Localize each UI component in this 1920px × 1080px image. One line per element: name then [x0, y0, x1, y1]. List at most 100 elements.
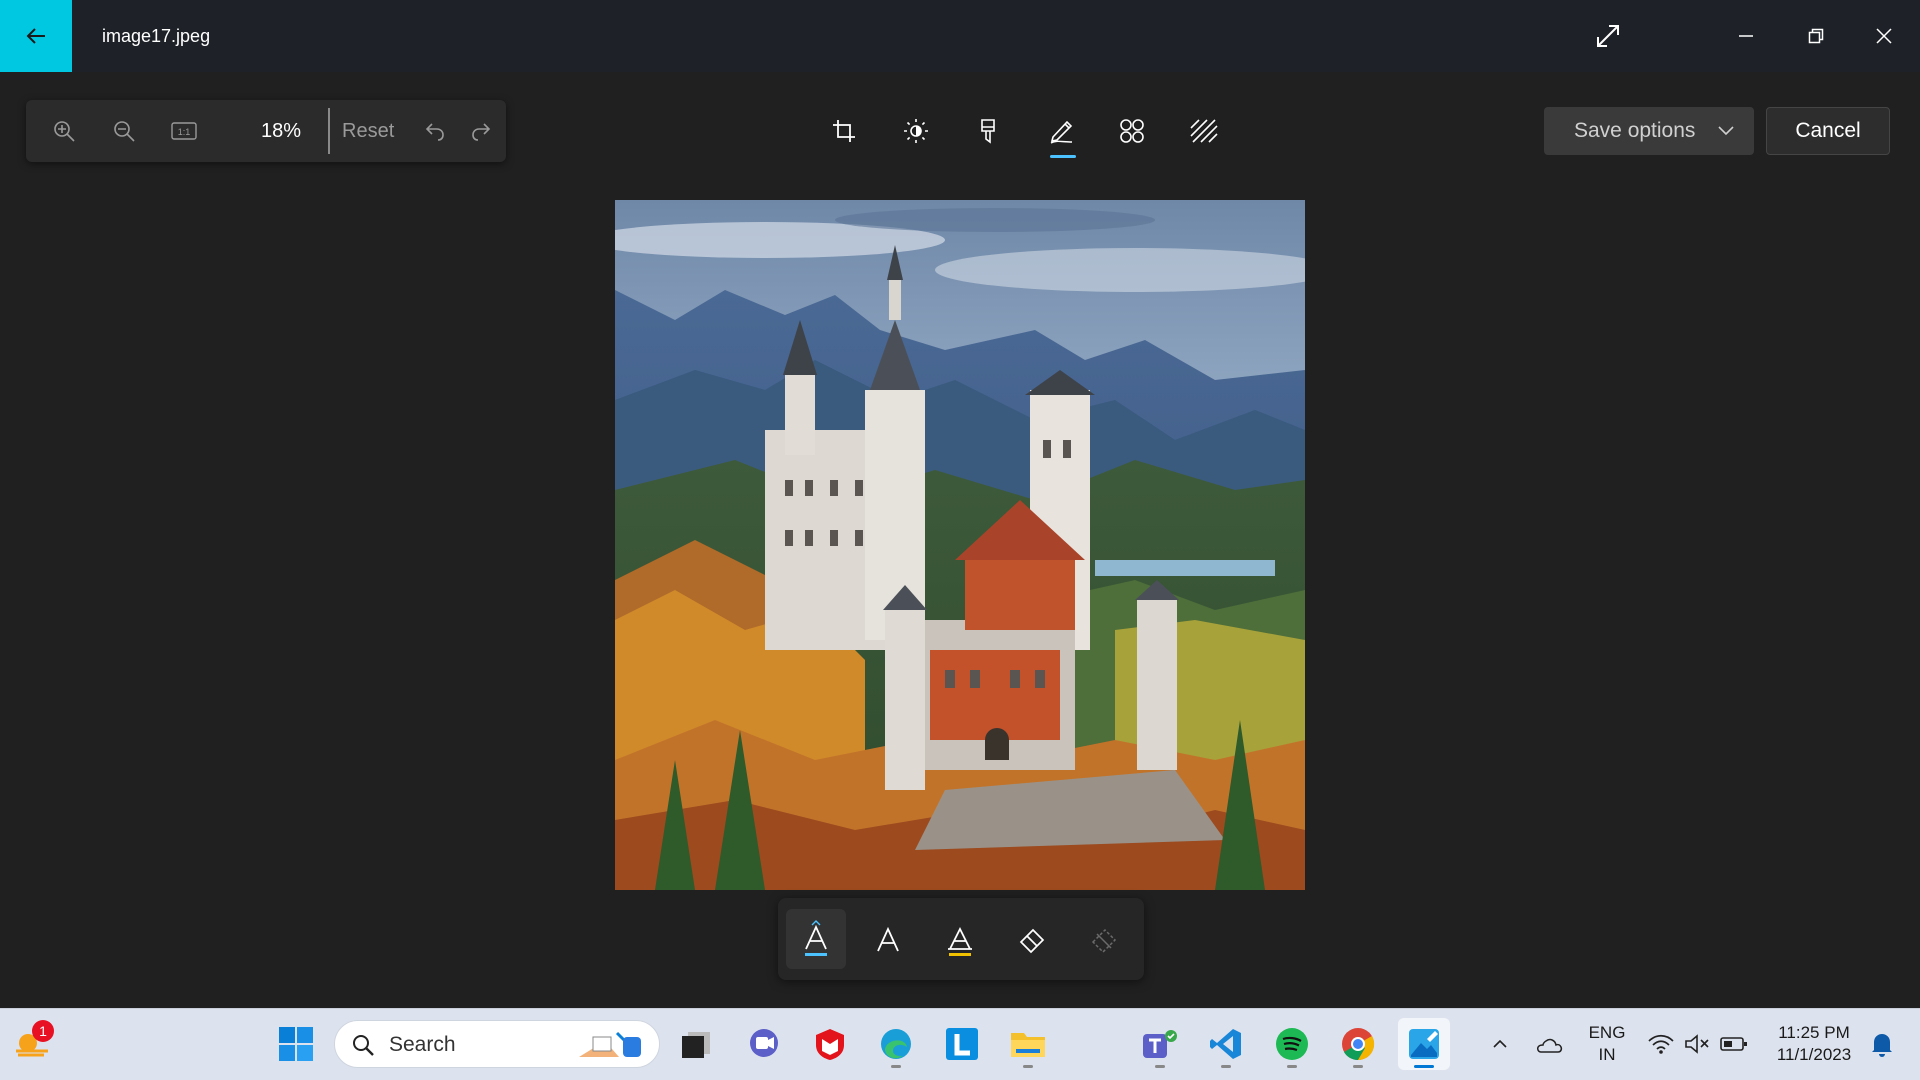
language-code: ENG [1588, 1023, 1626, 1042]
pencil-button[interactable] [858, 909, 918, 969]
background-blur-icon [1190, 119, 1218, 143]
chat-icon [750, 1029, 778, 1057]
redo-icon [472, 123, 491, 141]
mcafee-icon [816, 1029, 844, 1060]
reset-button[interactable]: Reset [342, 100, 394, 162]
arrow-left-icon [26, 28, 45, 44]
search-highlight-icon [579, 1031, 641, 1057]
expand-icon [1597, 25, 1619, 47]
taskbar-edge[interactable] [870, 1018, 922, 1070]
back-button[interactable] [0, 0, 72, 72]
close-icon [1876, 28, 1892, 44]
title-bar: image17.jpeg [0, 0, 1920, 72]
tab-adjust[interactable] [889, 104, 943, 158]
ballpoint-pen-icon [805, 920, 827, 956]
search-label: Search [389, 1033, 456, 1056]
notifications-button[interactable] [1860, 1018, 1904, 1070]
restore-icon [1808, 28, 1824, 44]
notification-badge: 1 [32, 1020, 54, 1042]
wifi-icon [1648, 1034, 1674, 1054]
zoom-in-icon [54, 121, 75, 142]
taskbar-mcafee[interactable] [804, 1018, 856, 1070]
window-title: image17.jpeg [102, 26, 211, 46]
edge-icon [881, 1029, 911, 1059]
chevron-down-icon [1718, 126, 1734, 136]
markup-pen-toolbar [778, 898, 1144, 980]
running-indicator [1155, 1065, 1165, 1068]
vscode-icon [1210, 1029, 1241, 1059]
clock[interactable]: 11:25 PM 11/1/2023 [1762, 1022, 1866, 1066]
battery-button[interactable] [1712, 1018, 1756, 1070]
ballpoint-pen-button[interactable] [786, 909, 846, 969]
taskbar-teams-chat[interactable] [738, 1018, 790, 1070]
markup-pen-icon [1050, 120, 1073, 144]
language-indicator[interactable]: ENG IN [1580, 1022, 1634, 1066]
tab-background[interactable] [1177, 104, 1231, 158]
taskbar-photos[interactable] [1398, 1018, 1450, 1070]
close-button[interactable] [1854, 0, 1914, 72]
zoom-in-button[interactable] [36, 100, 92, 162]
undo-icon [425, 123, 444, 141]
castle-image [615, 200, 1305, 890]
clear-all-button[interactable] [1074, 909, 1134, 969]
search-icon [353, 1035, 374, 1056]
l-app-icon [946, 1028, 978, 1060]
running-indicator [891, 1065, 901, 1068]
highlighter-button[interactable] [930, 909, 990, 969]
fullscreen-button[interactable] [1578, 0, 1638, 72]
start-button[interactable] [270, 1018, 322, 1070]
show-hidden-icons-button[interactable] [1474, 1018, 1526, 1070]
volume-muted-icon [1685, 1034, 1709, 1054]
eraser-icon [1019, 928, 1045, 954]
redo-button[interactable] [458, 100, 504, 162]
active-tab-indicator [1050, 155, 1076, 158]
paint-brush-icon [981, 119, 995, 144]
running-indicator [1023, 1065, 1033, 1068]
zoom-level[interactable]: 18% [246, 100, 316, 162]
pencil-icon [877, 926, 899, 952]
folder-icon [1011, 1033, 1045, 1057]
running-indicator [1287, 1065, 1297, 1068]
onedrive-button[interactable] [1524, 1018, 1574, 1070]
undo-button[interactable] [412, 100, 458, 162]
crop-icon [833, 120, 855, 142]
cancel-button[interactable]: Cancel [1766, 107, 1890, 155]
eraser-button[interactable] [1002, 909, 1062, 969]
taskbar-l-app[interactable] [936, 1018, 988, 1070]
highlighter-icon [948, 926, 972, 956]
retouch-icon [1120, 119, 1144, 143]
divider [328, 108, 330, 154]
actual-size-icon: 1:1 [171, 122, 197, 140]
minimize-button[interactable] [1716, 0, 1776, 72]
taskbar-task-view[interactable] [670, 1018, 722, 1070]
running-indicator [1353, 1065, 1363, 1068]
edited-photo[interactable] [615, 200, 1305, 890]
tab-markup[interactable] [1035, 104, 1089, 158]
chevron-up-icon [1493, 1039, 1507, 1048]
photos-icon [1409, 1029, 1439, 1059]
clock-date: 11/1/2023 [1776, 1045, 1852, 1064]
minimize-icon [1739, 35, 1753, 37]
running-indicator [1414, 1065, 1434, 1068]
cloud-icon [1537, 1038, 1563, 1053]
zoom-out-button[interactable] [96, 100, 152, 162]
tab-filter[interactable] [961, 104, 1015, 158]
taskbar-teams[interactable] [1134, 1018, 1186, 1070]
taskbar-vscode[interactable] [1200, 1018, 1252, 1070]
clock-time: 11:25 PM [1778, 1023, 1850, 1042]
save-options-button[interactable]: Save options [1544, 107, 1754, 155]
clear-all-icon [1091, 928, 1117, 954]
restore-button[interactable] [1786, 0, 1846, 72]
tab-crop[interactable] [817, 104, 871, 158]
taskbar-spotify[interactable] [1266, 1018, 1318, 1070]
save-options-label: Save options [1574, 119, 1696, 142]
tab-retouch[interactable] [1105, 104, 1159, 158]
bell-icon [1872, 1034, 1892, 1057]
windows-icon [279, 1027, 313, 1061]
search-box[interactable]: Search [334, 1020, 660, 1068]
taskbar-chrome[interactable] [1332, 1018, 1384, 1070]
taskbar-file-explorer[interactable] [1002, 1018, 1054, 1070]
brightness-icon [904, 119, 928, 143]
actual-size-button[interactable]: 1:1 [156, 100, 212, 162]
svg-text:1:1: 1:1 [178, 127, 191, 137]
